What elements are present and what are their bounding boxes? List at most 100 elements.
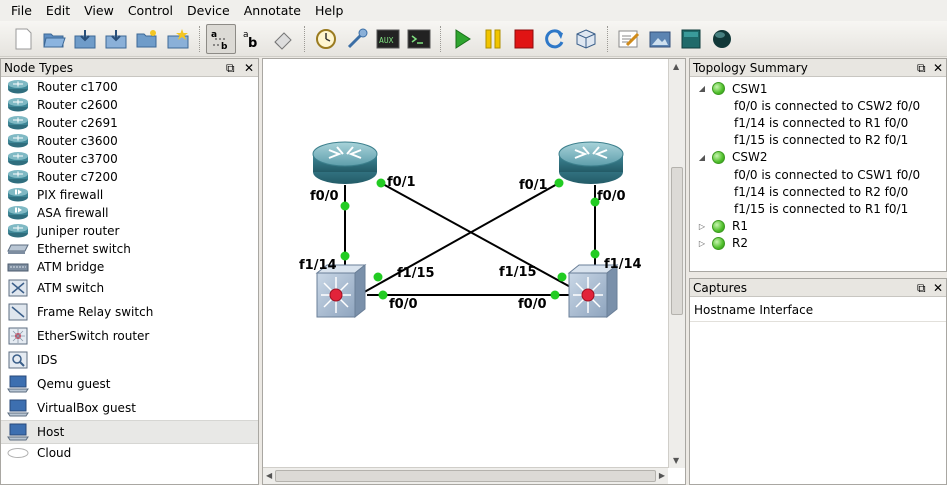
- open-button[interactable]: [39, 24, 69, 54]
- note-button[interactable]: [614, 24, 644, 54]
- node-type-item[interactable]: Router c1700: [1, 78, 258, 96]
- column-header-interface[interactable]: Interface: [755, 303, 813, 317]
- start-button[interactable]: [447, 24, 477, 54]
- ellipse-button[interactable]: [707, 24, 737, 54]
- project-icon: [136, 29, 157, 47]
- link-status-dot: [340, 251, 350, 261]
- topology-node-csw1[interactable]: ◢ CSW1: [690, 80, 946, 97]
- save-as-button[interactable]: [101, 24, 131, 54]
- toolbar-separator: [199, 25, 201, 52]
- node-type-item[interactable]: Router c2600: [1, 96, 258, 114]
- qemu-guest-icon: [7, 375, 29, 393]
- node-type-item[interactable]: Frame Relay switch: [1, 300, 258, 324]
- topology-canvas[interactable]: f0/0 f0/1 f0/1 f0/0 f1/14 f1/15 f0/0 f1/…: [262, 58, 686, 485]
- menu-device[interactable]: Device: [180, 0, 237, 21]
- show-names-button[interactable]: ab: [237, 24, 267, 54]
- topology-node-csw2[interactable]: ◢ CSW2: [690, 149, 946, 166]
- interface-label: f0/0: [310, 189, 339, 204]
- topology-node-r1[interactable]: ▷ R1: [690, 218, 946, 235]
- float-icon[interactable]: ⧉: [226, 59, 235, 77]
- expand-arrow-icon[interactable]: ◢: [696, 153, 708, 162]
- node-type-item[interactable]: PIX firewall: [1, 186, 258, 204]
- canvas-vertical-scroll-thumb[interactable]: [671, 167, 683, 315]
- node-type-item-selected[interactable]: Host: [1, 420, 258, 444]
- rectangle-button[interactable]: [676, 24, 706, 54]
- router-r1[interactable]: [312, 141, 378, 184]
- stop-button[interactable]: [509, 24, 539, 54]
- topology-connection: f1/15 is connected to R2 f0/1: [734, 133, 909, 148]
- snapshot-button[interactable]: [163, 24, 193, 54]
- close-icon[interactable]: ✕: [933, 59, 943, 77]
- project-button[interactable]: [132, 24, 162, 54]
- link-status-dot: [340, 201, 350, 211]
- router-r2[interactable]: [558, 141, 624, 184]
- menu-edit[interactable]: Edit: [39, 0, 77, 21]
- node-type-item[interactable]: Juniper router: [1, 222, 258, 240]
- node-type-label: Router c3700: [37, 152, 118, 166]
- new-button[interactable]: [8, 24, 38, 54]
- image-icon: [649, 31, 671, 47]
- node-type-item[interactable]: Router c3700: [1, 150, 258, 168]
- menu-annotate[interactable]: Annotate: [237, 0, 308, 21]
- menu-file[interactable]: File: [4, 0, 39, 21]
- node-type-item[interactable]: Cloud: [1, 444, 258, 462]
- host-icon: [7, 423, 29, 441]
- topology-node-r2[interactable]: ▷ R2: [690, 235, 946, 252]
- node-type-item[interactable]: IDS: [1, 348, 258, 372]
- switch-csw2[interactable]: [567, 263, 619, 319]
- image-button[interactable]: [645, 24, 675, 54]
- eraser-button[interactable]: [268, 24, 298, 54]
- menu-help[interactable]: Help: [308, 0, 351, 21]
- reload-button[interactable]: [540, 24, 570, 54]
- node-type-label: Frame Relay switch: [37, 305, 154, 319]
- node-type-item[interactable]: Ethernet switch: [1, 240, 258, 258]
- canvas-horizontal-scroll-thumb[interactable]: [275, 470, 656, 482]
- interface-button[interactable]: [342, 24, 372, 54]
- node-type-label: Router c2600: [37, 98, 118, 112]
- virtualbox-button[interactable]: [571, 24, 601, 54]
- stop-icon: [514, 29, 534, 48]
- firewall-icon: [7, 187, 29, 203]
- scroll-up-icon[interactable]: ▲: [673, 62, 679, 71]
- close-icon[interactable]: ✕: [933, 279, 943, 297]
- clock-button[interactable]: [311, 24, 341, 54]
- save-button[interactable]: [70, 24, 100, 54]
- node-type-item[interactable]: Router c2691: [1, 114, 258, 132]
- note-icon: [618, 30, 640, 47]
- scroll-down-icon[interactable]: ▼: [673, 456, 679, 465]
- suspend-button[interactable]: [478, 24, 508, 54]
- node-type-item[interactable]: ATM switch: [1, 276, 258, 300]
- close-icon[interactable]: ✕: [244, 59, 254, 77]
- link-status-dot: [557, 272, 567, 282]
- eraser-icon: [274, 31, 292, 50]
- collapse-arrow-icon[interactable]: ▷: [696, 222, 708, 231]
- interface-label: f1/15: [499, 265, 537, 280]
- node-type-item[interactable]: Qemu guest: [1, 372, 258, 396]
- ellipse-icon: [713, 29, 731, 48]
- menu-control[interactable]: Control: [121, 0, 180, 21]
- canvas-vertical-scrollbar[interactable]: ▲ ▼: [668, 59, 685, 468]
- node-type-item[interactable]: Router c3600: [1, 132, 258, 150]
- node-type-item[interactable]: VirtualBox guest: [1, 396, 258, 420]
- add-link-button[interactable]: ab: [206, 23, 236, 54]
- column-header-hostname[interactable]: Hostname: [690, 303, 755, 317]
- menu-view[interactable]: View: [77, 0, 121, 21]
- node-type-item[interactable]: Router c7200: [1, 168, 258, 186]
- scroll-left-icon[interactable]: ◀: [266, 471, 272, 480]
- collapse-arrow-icon[interactable]: ▷: [696, 239, 708, 248]
- topology-connection: f1/15 is connected to R1 f0/1: [734, 201, 909, 216]
- float-icon[interactable]: ⧉: [917, 59, 926, 77]
- console-button[interactable]: [404, 24, 434, 54]
- link-status-dot: [550, 290, 560, 300]
- node-type-item[interactable]: ATM bridge: [1, 258, 258, 276]
- node-type-item[interactable]: EtherSwitch router: [1, 324, 258, 348]
- aux-console-button[interactable]: AUX: [373, 24, 403, 54]
- canvas-horizontal-scrollbar[interactable]: ◀ ▶: [263, 467, 668, 484]
- float-icon[interactable]: ⧉: [917, 279, 926, 297]
- virtualbox-icon: [576, 28, 596, 49]
- node-type-item[interactable]: ASA firewall: [1, 204, 258, 222]
- expand-arrow-icon[interactable]: ◢: [696, 84, 708, 93]
- scroll-right-icon[interactable]: ▶: [659, 471, 665, 480]
- interface-label: f1/14: [604, 257, 642, 272]
- toolbar-separator: [607, 25, 609, 52]
